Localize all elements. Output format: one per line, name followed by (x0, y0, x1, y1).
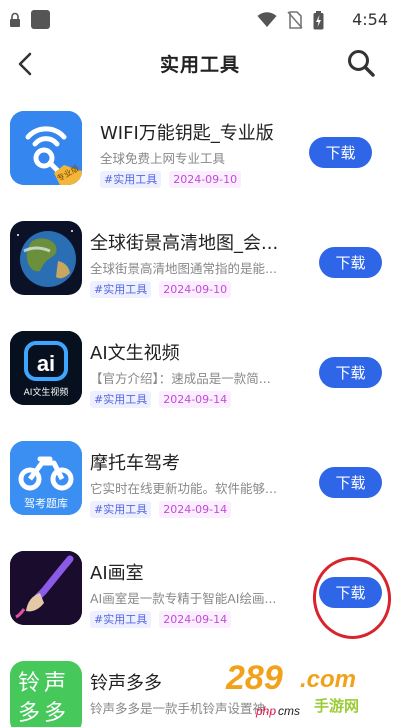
icon-label: AI文生视频 (23, 388, 69, 398)
download-button[interactable]: 下载 (319, 357, 382, 388)
icon-label: 驾考题库 (24, 497, 68, 510)
svg-text:cms: cms (278, 704, 300, 718)
category-tag[interactable]: #实用工具 (90, 501, 152, 518)
list-item[interactable]: 全球街景高清地图_会... 全球街景高清地图通常指的是能... #实用工具 20… (0, 200, 400, 310)
wifi-key-icon: 专业版 (10, 111, 82, 185)
svg-text:289: 289 (225, 659, 283, 697)
category-tag[interactable]: #实用工具 (100, 171, 162, 188)
status-bar: 4:54 (0, 0, 400, 40)
svg-text:php: php (255, 704, 276, 718)
app-description: 全球街景高清地图通常指的是能... (90, 261, 277, 276)
list-item[interactable]: 专业版 WIFI万能钥匙_专业版 全球免费上网专业工具 #实用工具 2024-0… (0, 90, 400, 200)
download-button[interactable]: 下载 (319, 247, 382, 278)
earth-icon (10, 221, 82, 295)
app-description: AI画室是一款专精于智能AI绘画... (90, 591, 277, 606)
download-button[interactable]: 下载 (319, 467, 382, 498)
app-name[interactable]: WIFI万能钥匙_专业版 (100, 119, 320, 145)
download-button[interactable]: 下载 (309, 137, 372, 168)
date-tag: 2024-09-14 (159, 391, 232, 408)
svg-text:.com: .com (300, 666, 356, 693)
date-tag: 2024-09-10 (159, 281, 232, 298)
category-tag[interactable]: #实用工具 (90, 281, 152, 298)
ringtone-icon: 铃声多多 (10, 661, 82, 727)
search-button[interactable] (344, 44, 378, 82)
date-tag: 2024-09-10 (169, 171, 242, 188)
wifi-signal-icon (257, 12, 277, 27)
ai-video-icon: ai AI文生视频 (10, 331, 82, 405)
app-description: 【官方介绍】：速成品是一款简... (90, 371, 271, 386)
app-description: 它实时在线更新功能。软件能够... (90, 481, 277, 496)
category-tag[interactable]: #实用工具 (90, 611, 152, 628)
app-name[interactable]: AI画室 (90, 559, 310, 585)
date-tag: 2024-09-14 (159, 611, 232, 628)
app-name[interactable]: 全球街景高清地图_会... (90, 229, 310, 255)
status-time: 4:54 (352, 10, 388, 29)
list-item[interactable]: ai AI文生视频 AI文生视频 【官方介绍】：速成品是一款简... #实用工具… (0, 310, 400, 420)
no-sim-icon (287, 11, 303, 29)
list-item[interactable]: 驾考题库 摩托车驾考 它实时在线更新功能。软件能够... #实用工具 2024-… (0, 420, 400, 530)
icon-label: 铃声多多 (18, 671, 71, 726)
svg-text:ai: ai (37, 351, 55, 376)
motorcycle-icon: 驾考题库 (10, 441, 82, 515)
paintbrush-icon (10, 551, 82, 625)
app-description: 全球免费上网专业工具 (100, 151, 226, 166)
lock-icon (10, 12, 20, 27)
page-title: 实用工具 (159, 54, 240, 76)
date-tag: 2024-09-14 (159, 501, 232, 518)
category-tag[interactable]: #实用工具 (90, 391, 152, 408)
battery-charging-icon (313, 10, 324, 29)
header: 实用工具 (0, 40, 400, 88)
app-name[interactable]: AI文生视频 (90, 339, 310, 365)
app-name[interactable]: 摩托车驾考 (90, 449, 310, 475)
watermark-logo: 289 .com 手游网 php cms (220, 649, 390, 721)
notification-icon (31, 10, 50, 29)
search-icon (348, 50, 375, 77)
svg-text:手游网: 手游网 (314, 697, 359, 715)
